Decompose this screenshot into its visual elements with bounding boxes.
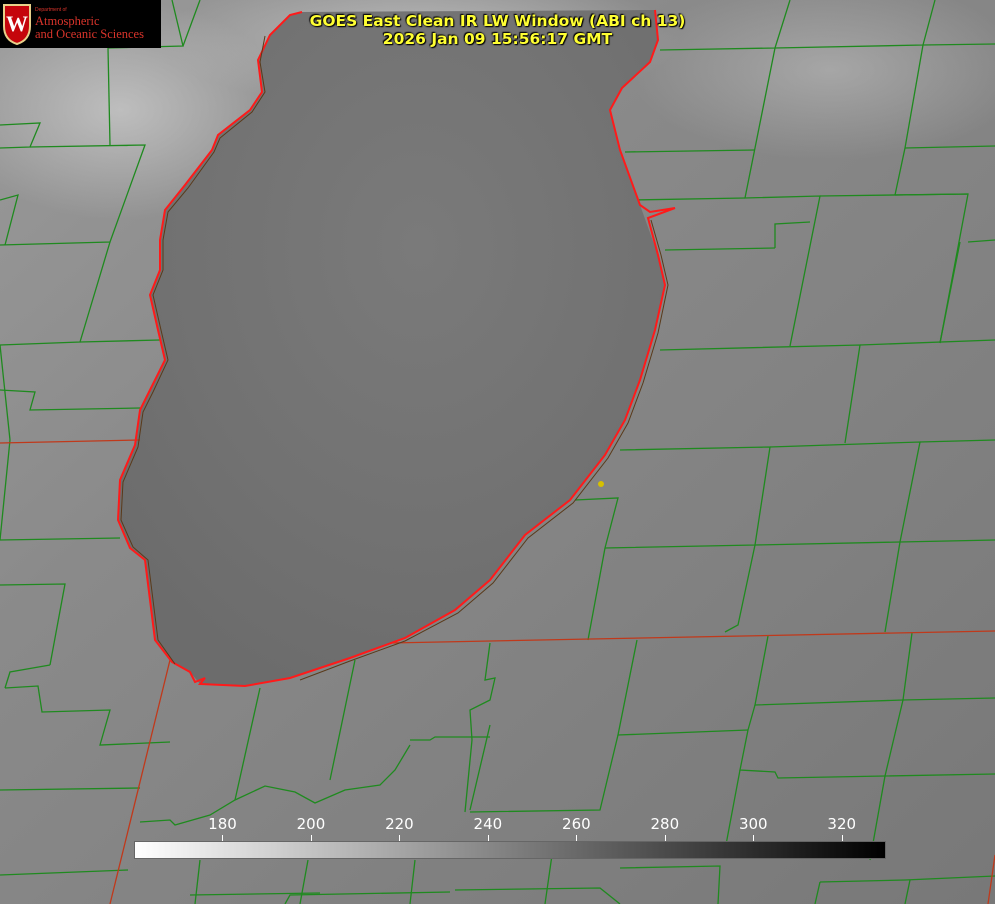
colorbar-tick-label: 240 xyxy=(473,815,503,833)
colorbar xyxy=(134,841,886,859)
colorbar-tick-label: 200 xyxy=(296,815,326,833)
colorbar-tick-label: 180 xyxy=(208,815,237,833)
uw-aos-logo: W Department of Atmospheric and Oceanic … xyxy=(0,0,161,48)
colorbar-tick-mark xyxy=(487,835,489,841)
colorbar-tick-mark xyxy=(222,835,224,841)
logo-department: Department of xyxy=(35,6,67,13)
colorbar-tick-label: 320 xyxy=(827,815,857,833)
colorbar-tick-mark xyxy=(310,835,312,841)
colorbar-tick-label: 260 xyxy=(562,815,591,833)
logo-line2: and Oceanic Sciences xyxy=(35,26,144,41)
uw-crest-icon: W xyxy=(3,4,31,46)
colorbar-tick-mark xyxy=(841,835,843,841)
crest-letter: W xyxy=(6,11,28,36)
colorbar-tick-label: 220 xyxy=(385,815,414,833)
colorbar-tick-label: 280 xyxy=(650,815,680,833)
colorbar-tick-mark xyxy=(576,835,578,841)
location-marker xyxy=(598,481,604,487)
colorbar-tick-mark xyxy=(753,835,755,841)
colorbar-tick-label: 300 xyxy=(738,815,768,833)
colorbar-tick-mark xyxy=(664,835,666,841)
satellite-map xyxy=(0,0,995,904)
logo-text: Department of Atmospheric and Oceanic Sc… xyxy=(35,6,144,41)
colorbar-tick-mark xyxy=(399,835,401,841)
logo-line1: Atmospheric xyxy=(35,13,100,28)
